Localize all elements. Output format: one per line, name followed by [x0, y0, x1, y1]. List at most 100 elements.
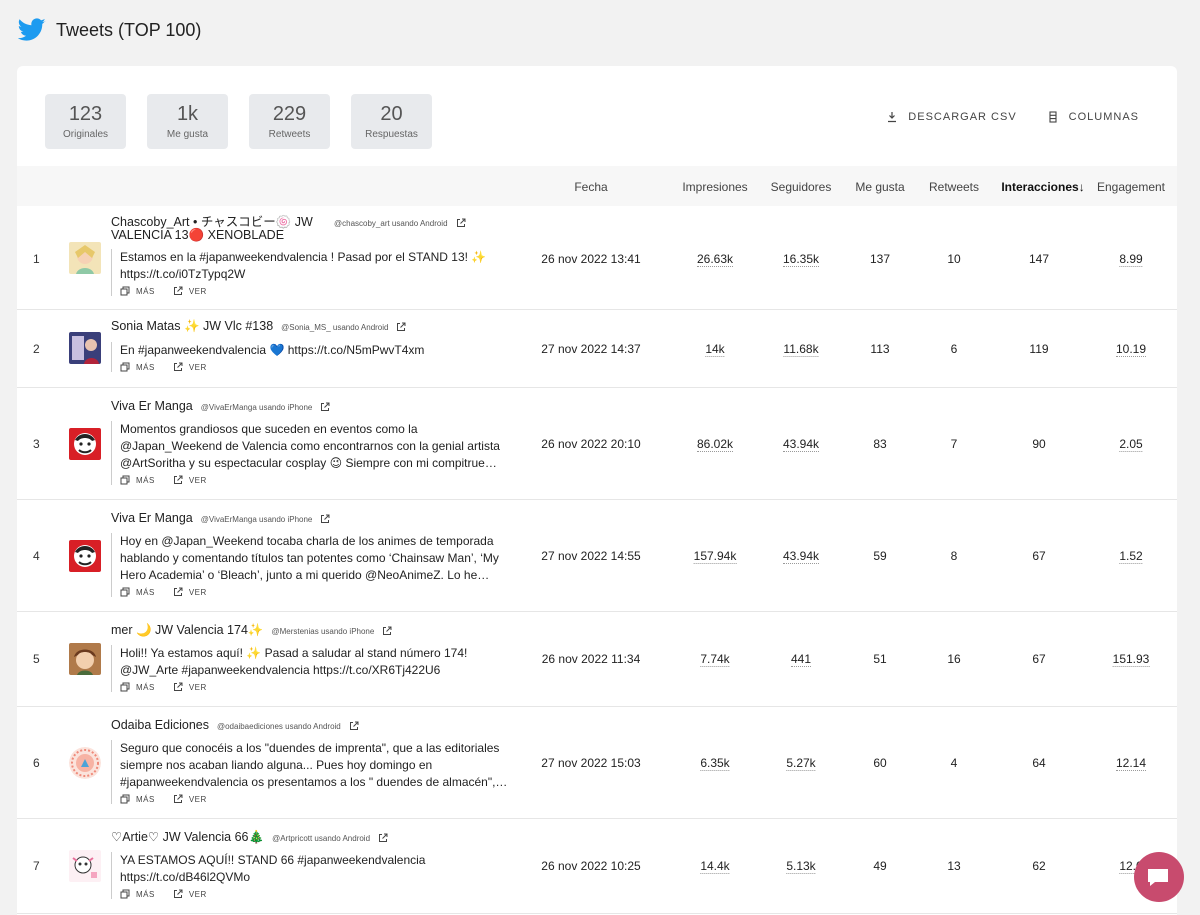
view-label: VER	[188, 794, 207, 804]
view-button[interactable]: VER	[173, 794, 207, 804]
avatar[interactable]	[69, 332, 101, 364]
cell-interacciones: 67	[1032, 549, 1046, 563]
open-external-icon	[173, 794, 183, 803]
cell-interacciones: 119	[1029, 342, 1049, 356]
tweet-cell: Viva Er Manga @VivaErManga usando iPhone…	[111, 512, 511, 597]
tweet-text: En #japanweekendvalencia 💙 https://t.co/…	[120, 343, 425, 357]
tweets-table: Fecha Impresiones Seguidores Me gusta Re…	[17, 166, 1177, 914]
table-row: 5 mer 🌙 JW Valencia 174✨ @Merstenias usa…	[17, 612, 1177, 707]
avatar[interactable]	[69, 850, 101, 882]
user-name[interactable]: Viva Er Manga	[111, 400, 193, 413]
chat-button[interactable]	[1134, 852, 1184, 902]
view-button[interactable]: VER	[173, 475, 207, 485]
cell-me-gusta: 83	[873, 437, 887, 451]
columns-button[interactable]: COLUMNAS	[1047, 111, 1139, 123]
cell-me-gusta: 49	[873, 859, 887, 873]
external-link-icon[interactable]	[378, 833, 388, 843]
copy-icon	[120, 682, 130, 692]
cell-seguidores: 16.35k	[782, 252, 820, 267]
external-link-icon[interactable]	[396, 322, 406, 332]
user-name[interactable]: Chascoby_Art • チャスコビー🍥 JW VALENCIA 13🔴 X…	[111, 216, 326, 242]
view-label: VER	[188, 475, 207, 485]
tweet-cell: ♡Artie♡ JW Valencia 66🎄 @Artpricott usan…	[111, 831, 511, 899]
table-actions: DESCARGAR CSV COLUMNAS	[886, 111, 1139, 123]
cell-seguidores: 43.94k	[782, 549, 820, 564]
avatar[interactable]	[69, 540, 101, 572]
cell-impresiones: 6.35k	[700, 756, 730, 771]
column-header-retweets[interactable]: Retweets	[929, 180, 979, 194]
avatar[interactable]	[69, 643, 101, 675]
more-button[interactable]: MÁS	[120, 889, 155, 899]
view-button[interactable]: VER	[173, 587, 207, 597]
view-button[interactable]: VER	[173, 286, 207, 296]
page-header: Tweets (TOP 100)	[18, 18, 201, 42]
avatar[interactable]	[69, 747, 101, 779]
column-header-interacciones[interactable]: Interacciones↓	[1001, 180, 1084, 194]
view-label: VER	[188, 587, 207, 597]
user-name[interactable]: Viva Er Manga	[111, 512, 193, 525]
external-link-icon[interactable]	[320, 402, 330, 412]
cell-engagement: 1.52	[1119, 549, 1143, 564]
external-link-icon[interactable]	[320, 514, 330, 524]
table-row: 4 Viva Er Manga @VivaErManga usando iPho…	[17, 500, 1177, 612]
sort-desc-icon: ↓	[1078, 180, 1085, 194]
tweet-cell: Viva Er Manga @VivaErManga usando iPhone…	[111, 400, 511, 485]
more-button[interactable]: MÁS	[120, 587, 155, 597]
user-name[interactable]: Sonia Matas ✨ JW Vlc #138	[111, 320, 273, 333]
external-link-icon[interactable]	[382, 626, 392, 636]
external-link-icon[interactable]	[456, 218, 466, 228]
cell-interacciones: 67	[1032, 652, 1046, 666]
column-header-impresiones[interactable]: Impresiones	[682, 180, 747, 194]
chat-icon	[1148, 869, 1168, 886]
stat-label: Me gusta	[166, 129, 209, 140]
user-handle: @odaibaediciones usando Android	[216, 722, 341, 731]
column-header-seguidores[interactable]: Seguidores	[771, 180, 832, 194]
user-handle: @VivaErManga usando iPhone	[200, 403, 313, 412]
more-button[interactable]: MÁS	[120, 794, 155, 804]
view-button[interactable]: VER	[173, 682, 207, 692]
download-csv-button[interactable]: DESCARGAR CSV	[886, 111, 1016, 123]
tweet-text: Estamos en la #japanweekendvalencia ! Pa…	[120, 250, 487, 281]
column-header-engagement[interactable]: Engagement	[1097, 180, 1165, 194]
more-label: MÁS	[136, 475, 155, 485]
table-row: 1 Chascoby_Art • チャスコビー🍥 JW VALENCIA 13🔴…	[17, 206, 1177, 310]
avatar[interactable]	[69, 242, 101, 274]
page-title: Tweets (TOP 100)	[56, 19, 202, 40]
external-link-icon[interactable]	[349, 721, 359, 731]
view-label: VER	[188, 362, 207, 372]
stat-me-gusta: 1k Me gusta	[147, 94, 228, 149]
tweet-cell: Chascoby_Art • チャスコビー🍥 JW VALENCIA 13🔴 X…	[111, 216, 511, 296]
download-csv-label: DESCARGAR CSV	[908, 111, 1017, 123]
cell-engagement: 151.93	[1112, 652, 1150, 667]
avatar[interactable]	[69, 428, 101, 460]
cell-impresiones: 157.94k	[693, 549, 737, 564]
cell-interacciones: 147	[1028, 252, 1050, 266]
copy-icon	[120, 475, 130, 485]
table-row: 2 Sonia Matas ✨ JW Vlc #138 @Sonia_MS_ u…	[17, 310, 1177, 388]
more-label: MÁS	[136, 362, 155, 372]
column-header-me-gusta[interactable]: Me gusta	[855, 180, 904, 194]
tweets-card: 123 Originales 1k Me gusta 229 Retweets …	[17, 66, 1177, 915]
cell-engagement: 2.05	[1119, 437, 1143, 452]
tweet-text: YA ESTAMOS AQUÍ!! STAND 66 #japanweekend…	[120, 853, 426, 884]
more-button[interactable]: MÁS	[120, 682, 155, 692]
more-button[interactable]: MÁS	[120, 286, 155, 296]
user-name[interactable]: mer 🌙 JW Valencia 174✨	[111, 624, 263, 637]
cell-seguidores: 5.13k	[786, 859, 816, 874]
cell-fecha: 27 nov 2022 15:03	[541, 756, 641, 770]
stats-bar: 123 Originales 1k Me gusta 229 Retweets …	[45, 94, 432, 149]
copy-icon	[120, 889, 130, 899]
user-name[interactable]: Odaiba Ediciones	[111, 719, 209, 732]
view-button[interactable]: VER	[173, 362, 207, 372]
view-button[interactable]: VER	[173, 889, 207, 899]
view-label: VER	[188, 682, 207, 692]
download-icon	[888, 112, 897, 123]
user-name[interactable]: ♡Artie♡ JW Valencia 66🎄	[111, 831, 264, 844]
stat-respuestas: 20 Respuestas	[351, 94, 432, 149]
tweet-text: Momentos grandiosos que suceden en event…	[120, 422, 500, 470]
column-header-fecha[interactable]: Fecha	[574, 180, 607, 194]
stat-retweets: 229 Retweets	[249, 94, 330, 149]
open-external-icon	[173, 587, 183, 596]
more-button[interactable]: MÁS	[120, 362, 155, 372]
more-button[interactable]: MÁS	[120, 475, 155, 485]
